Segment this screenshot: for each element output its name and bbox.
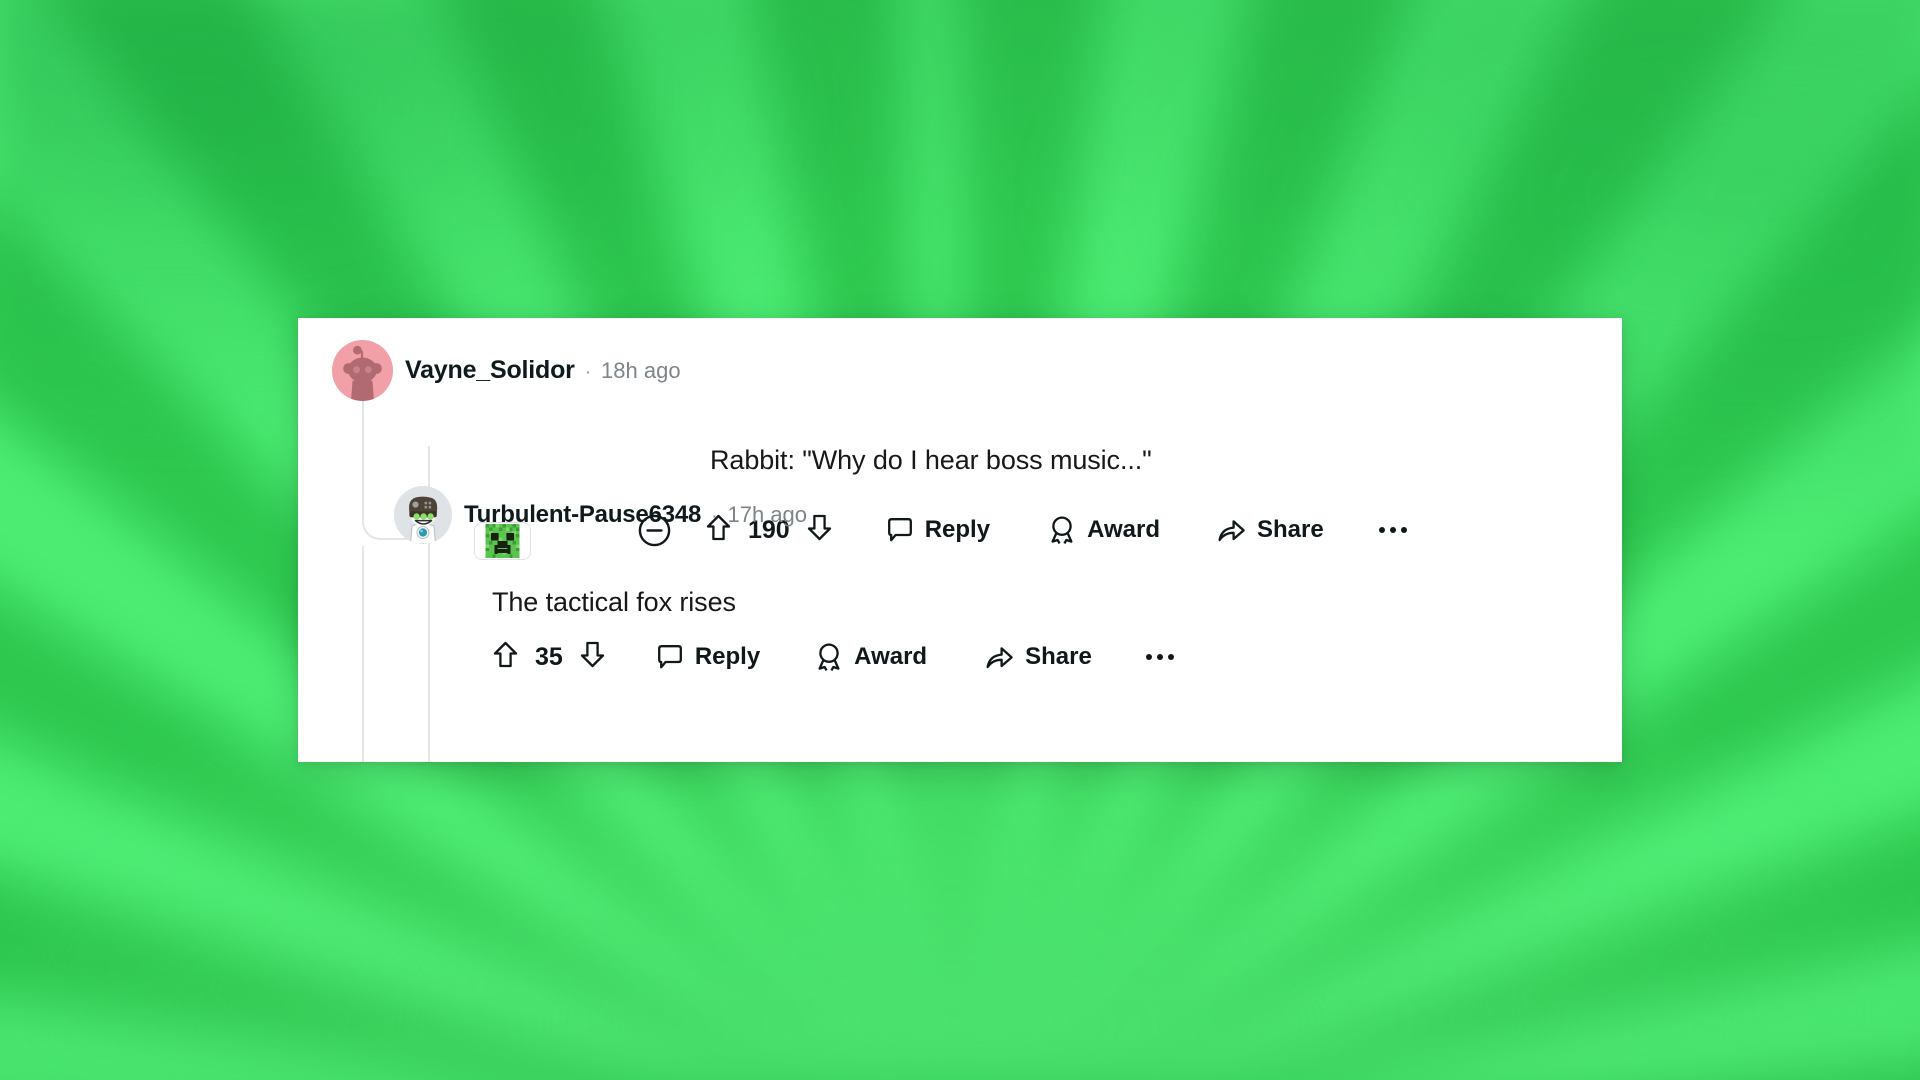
more-options-button[interactable]: [1144, 648, 1176, 666]
comment-timestamp: 17h ago: [727, 502, 808, 527]
downvote-button[interactable]: [579, 640, 606, 674]
meta-separator-dot: ·: [584, 362, 592, 383]
comment-action-bar-reply: 35 Reply Award Share: [492, 640, 1176, 674]
thread-line-parent-upper[interactable]: [362, 394, 364, 496]
award-badge-icon: [818, 643, 840, 671]
minecraft-creeper-icon: [485, 524, 520, 558]
reddit-snoo-helmet-icon: [394, 486, 452, 544]
share-button[interactable]: Share: [985, 643, 1092, 671]
reddit-snoo-icon: [332, 340, 393, 401]
upvote-button[interactable]: [492, 640, 519, 674]
dot: [1167, 654, 1174, 660]
dot: [1145, 654, 1152, 660]
comment-body-text: Rabbit: "Why do I hear boss music...": [710, 445, 1152, 475]
comment-header-root: Vayne_Solidor · 18h ago: [298, 318, 1622, 401]
comment-root: Vayne_Solidor · 18h ago Rabbit: "Why do …: [298, 318, 1622, 546]
comment-timestamp: 18h ago: [601, 358, 681, 383]
share-button-label: Share: [1025, 643, 1092, 670]
comment-meta-root: Vayne_Solidor · 18h ago: [405, 356, 681, 385]
award-button-label: Award: [854, 643, 928, 670]
dot: [1156, 654, 1163, 660]
avatar[interactable]: [394, 486, 452, 544]
comment-author-username[interactable]: Vayne_Solidor: [405, 356, 575, 385]
meta-separator-dot: ·: [711, 506, 718, 527]
share-arrow-icon: [986, 646, 1013, 668]
upvote-arrow-icon: [493, 641, 518, 668]
comment-reply: Turbulent-Pause6348 · 17h ago The tactic…: [364, 486, 1622, 671]
avatar[interactable]: [332, 340, 393, 401]
award-button[interactable]: Award: [815, 642, 927, 672]
comment-body-text: The tactical fox rises: [492, 587, 736, 617]
reply-button-label: Reply: [694, 643, 761, 670]
user-flair-badge[interactable]: [474, 522, 531, 560]
downvote-arrow-icon: [580, 641, 604, 668]
vote-count: 35: [535, 642, 563, 671]
reply-button[interactable]: Reply: [656, 643, 760, 671]
comment-header-reply: Turbulent-Pause6348 · 17h ago: [364, 486, 1622, 544]
thread-line-parent-lower[interactable]: [362, 546, 364, 762]
comment-thread-card: Vayne_Solidor · 18h ago Rabbit: "Why do …: [298, 318, 1622, 762]
vote-group-reply: 35: [492, 640, 606, 674]
comment-bubble-icon: [657, 645, 682, 669]
